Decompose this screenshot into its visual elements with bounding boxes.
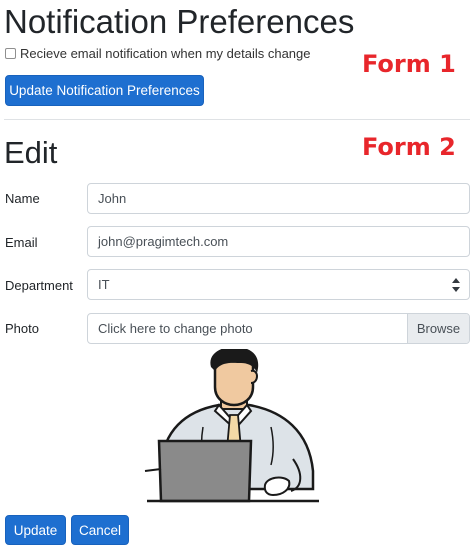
page-title-notification: Notification Preferences	[4, 3, 355, 40]
update-button[interactable]: Update	[5, 515, 66, 545]
name-value: John	[98, 191, 127, 206]
email-label: Email	[5, 235, 38, 250]
form-1-tag: Form 1	[362, 50, 456, 78]
email-notification-checkbox[interactable]	[5, 47, 16, 59]
department-value: IT	[98, 277, 110, 292]
name-input[interactable]: John	[87, 183, 470, 214]
cancel-button[interactable]: Cancel	[71, 515, 129, 545]
select-arrows-icon	[452, 278, 460, 292]
email-notification-checkbox-row[interactable]: Recieve email notification when my detai…	[5, 45, 311, 61]
email-notification-checkbox-label: Recieve email notification when my detai…	[20, 45, 311, 61]
photo-placeholder: Click here to change photo	[98, 321, 253, 336]
department-select[interactable]: IT	[87, 269, 470, 300]
department-label: Department	[5, 278, 73, 293]
page-title-edit: Edit	[4, 135, 58, 170]
update-notification-preferences-button[interactable]: Update Notification Preferences	[5, 75, 204, 106]
user-photo-illustration	[144, 349, 319, 503]
name-label: Name	[5, 191, 40, 206]
photo-label: Photo	[5, 321, 39, 336]
email-value: john@pragimtech.com	[98, 234, 229, 249]
photo-file-input[interactable]: Click here to change photo Browse	[87, 313, 470, 344]
email-input[interactable]: john@pragimtech.com	[87, 226, 470, 257]
divider	[4, 119, 470, 120]
browse-button[interactable]: Browse	[407, 314, 469, 343]
form-2-tag: Form 2	[362, 133, 456, 161]
